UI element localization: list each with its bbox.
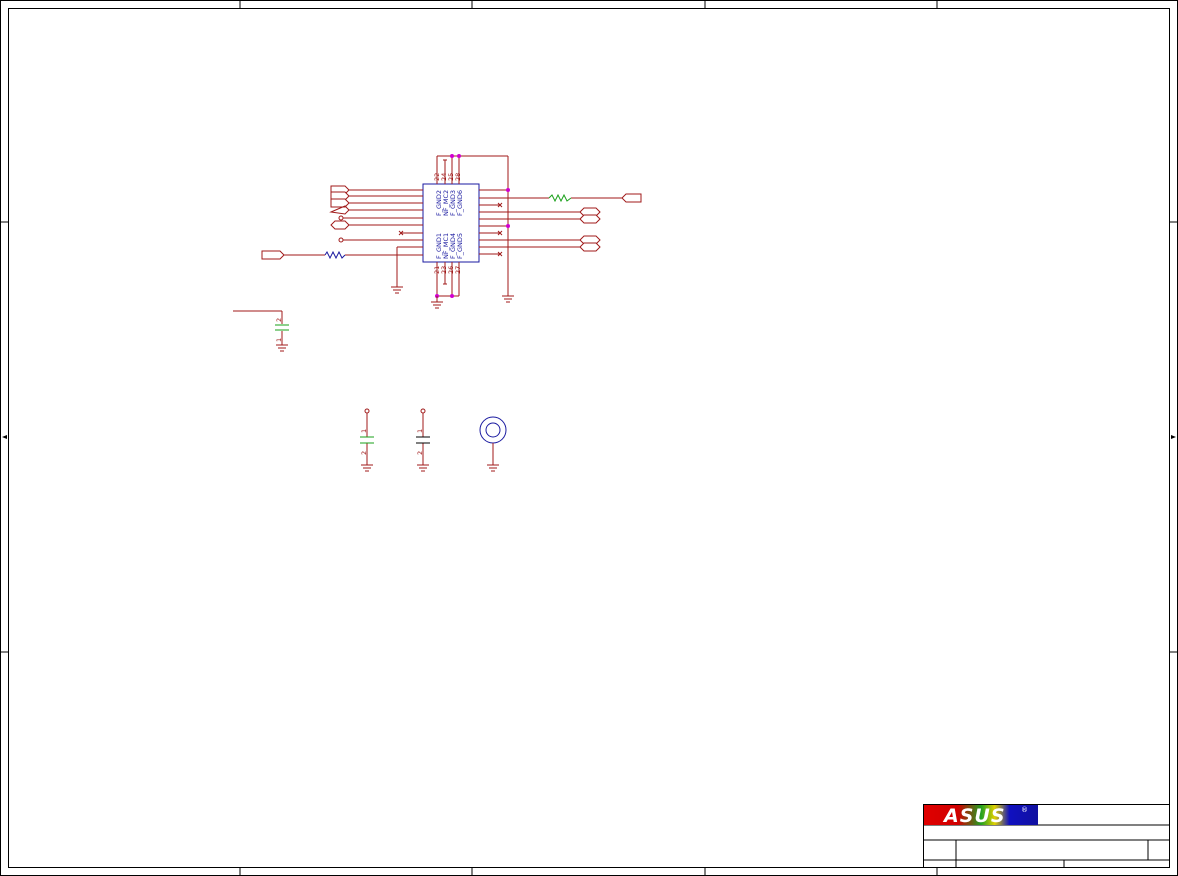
- pin-number: 27: [454, 266, 462, 274]
- pin-number: 2: [416, 451, 424, 455]
- asus-logo: ASUS ®: [924, 805, 1038, 827]
- connector-top-pin-numbers: 22 24 25 28: [433, 173, 462, 181]
- pin-number: 2: [275, 318, 283, 322]
- pin-number: 2: [360, 451, 368, 455]
- capacitor-c2: 1 2: [360, 408, 374, 472]
- center-arrow-left: [2, 435, 7, 439]
- pin-label: F_GND6: [456, 190, 464, 216]
- registered-mark: ®: [1021, 806, 1028, 814]
- connector-bottom-pin-numbers: 21 23 26 27: [433, 266, 462, 274]
- mounting-hole: [479, 416, 507, 472]
- pin-number: 1: [360, 429, 368, 433]
- center-arrow-right: [1171, 435, 1176, 439]
- offpage-connectors-left: [261, 185, 350, 260]
- connector-pin-labels-bottom: F_GND1 NF_MC1 F_GND4 F_GND5: [435, 233, 464, 259]
- pin-number: 1: [416, 429, 424, 433]
- connector-pin-labels-top: F_GND2 NF_MC2 F_GND3 F_GND6: [435, 190, 464, 216]
- nc-markers-right: [497, 202, 503, 257]
- resistor-right: [548, 193, 572, 203]
- capacitor-c1: 2 1: [233, 310, 289, 352]
- pin-number: 28: [454, 173, 462, 181]
- capacitor-c3: 1 2: [416, 408, 430, 472]
- offpage-connectors-right: [579, 193, 642, 252]
- logo-text: ASUS: [942, 805, 1006, 827]
- pin-label: F_GND5: [456, 233, 464, 259]
- resistor-left: [324, 250, 346, 260]
- connector-right-wires: [479, 189, 622, 255]
- connector-left-wires: [284, 189, 423, 287]
- sheet-border: [0, 0, 1178, 876]
- pin-number: 1: [275, 338, 283, 342]
- schematic-sheet: 22 24 25 28 21 23 26 27 F_GND2 NF_MC2 F_…: [0, 0, 1178, 876]
